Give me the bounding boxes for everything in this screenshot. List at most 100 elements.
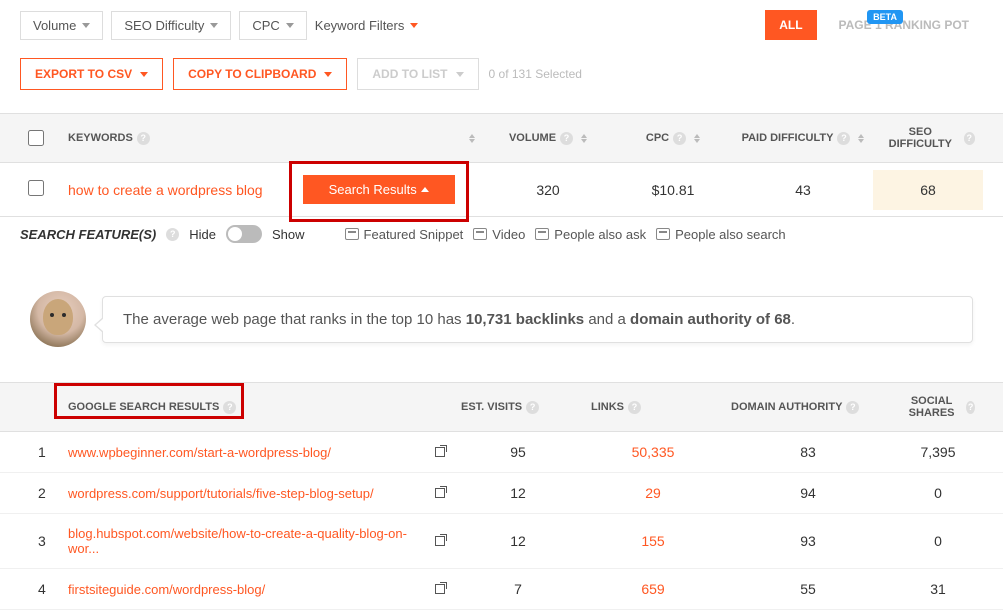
result-url[interactable]: www.wpbeginner.com/start-a-wordpress-blo… (68, 445, 331, 460)
feature-toggle[interactable] (226, 225, 262, 243)
people-search-feature: People also search (656, 227, 786, 242)
domain-auth-value: 93 (723, 521, 893, 561)
domain-auth-value: 94 (723, 473, 893, 513)
seo-difficulty-filter[interactable]: SEO Difficulty (111, 11, 231, 40)
copy-clipboard-button[interactable]: COPY TO CLIPBOARD (173, 58, 347, 90)
chevron-down-icon (410, 23, 418, 28)
volume-filter[interactable]: Volume (20, 11, 103, 40)
social-shares-header: SOCIAL SHARES (901, 395, 962, 419)
links-header: LINKS (591, 401, 624, 413)
beta-badge: BETA (867, 10, 903, 24)
help-icon[interactable]: ? (966, 401, 975, 414)
add-list-button: ADD TO LIST (357, 58, 478, 90)
video-feature: Video (473, 227, 525, 242)
est-visits-value: 12 (453, 473, 583, 513)
chevron-up-icon (421, 187, 429, 192)
sort-pd[interactable] (858, 134, 864, 143)
tab-page1[interactable]: PAGE 1 RANKING POT (825, 10, 983, 40)
tab-all[interactable]: ALL (765, 10, 816, 40)
est-visits-value: 12 (453, 521, 583, 561)
social-shares-value: 31 (893, 569, 983, 609)
ask-icon (535, 228, 549, 240)
help-icon[interactable]: ? (837, 132, 850, 145)
chevron-down-icon (324, 72, 332, 77)
social-shares-value: 0 (893, 473, 983, 513)
help-icon[interactable]: ? (166, 228, 179, 241)
hide-label: Hide (189, 227, 216, 242)
copy-label: COPY TO CLIPBOARD (188, 67, 316, 81)
help-icon[interactable]: ? (673, 132, 686, 145)
insight-bubble: The average web page that ranks in the t… (102, 296, 973, 343)
links-value[interactable]: 50,335 (583, 432, 723, 472)
help-icon[interactable]: ? (628, 401, 641, 414)
add-list-label: ADD TO LIST (372, 67, 447, 81)
volume-header: VOLUME (509, 132, 556, 144)
search-features-title: SEARCH FEATURE(S) (20, 227, 156, 242)
table-row: 2 wordpress.com/support/tutorials/five-s… (0, 473, 1003, 514)
rank-value: 2 (30, 473, 60, 513)
people-ask-feature: People also ask (535, 227, 646, 242)
domain-auth-value: 55 (723, 569, 893, 609)
table-row: 1 www.wpbeginner.com/start-a-wordpress-b… (0, 432, 1003, 473)
sort-volume[interactable] (581, 134, 587, 143)
sort-keywords[interactable] (469, 134, 475, 143)
links-value[interactable]: 29 (583, 473, 723, 513)
featured-snippet-feature: Featured Snippet (345, 227, 464, 242)
snippet-icon (345, 228, 359, 240)
result-url[interactable]: firstsiteguide.com/wordpress-blog/ (68, 582, 265, 597)
social-shares-value: 7,395 (893, 432, 983, 472)
selected-count: 0 of 131 Selected (489, 67, 582, 81)
search-results-button[interactable]: Search Results (303, 175, 455, 204)
paid-diff-header: PAID DIFFICULTY (742, 132, 834, 144)
keyword-filters[interactable]: Keyword Filters (315, 18, 419, 33)
result-url[interactable]: wordpress.com/support/tutorials/five-ste… (68, 486, 374, 501)
help-icon[interactable]: ? (223, 401, 236, 414)
external-link-icon[interactable] (435, 447, 445, 457)
result-url[interactable]: blog.hubspot.com/website/how-to-create-a… (68, 526, 427, 556)
links-value[interactable]: 659 (583, 569, 723, 609)
seo-difficulty-label: SEO Difficulty (124, 18, 204, 33)
rank-value: 3 (30, 521, 60, 561)
cpc-header: CPC (646, 132, 669, 144)
chevron-down-icon (140, 72, 148, 77)
est-visits-value: 95 (453, 432, 583, 472)
seo-diff-header: SEO DIFFICULTY (881, 126, 960, 150)
search-icon (656, 228, 670, 240)
keyword-link[interactable]: how to create a wordpress blog (68, 182, 263, 198)
table-row: 4 firstsiteguide.com/wordpress-blog/ 7 6… (0, 569, 1003, 610)
keywords-header: KEYWORDS (68, 132, 133, 144)
help-icon[interactable]: ? (846, 401, 859, 414)
avatar (30, 291, 86, 347)
help-icon[interactable]: ? (137, 132, 150, 145)
est-visits-value: 7 (453, 569, 583, 609)
links-value[interactable]: 155 (583, 521, 723, 561)
paid-diff-value: 43 (733, 170, 873, 210)
rank-value: 4 (30, 569, 60, 609)
select-all-checkbox[interactable] (28, 130, 44, 146)
est-visits-header: EST. VISITS (461, 401, 522, 413)
social-shares-value: 0 (893, 521, 983, 561)
domain-auth-header: DOMAIN AUTHORITY (731, 401, 842, 413)
external-link-icon[interactable] (435, 488, 445, 498)
video-icon (473, 228, 487, 240)
chevron-down-icon (456, 72, 464, 77)
export-csv-button[interactable]: EXPORT TO CSV (20, 58, 163, 90)
help-icon[interactable]: ? (560, 132, 573, 145)
keyword-filters-label: Keyword Filters (315, 18, 405, 33)
keyword-row: how to create a wordpress blog Search Re… (0, 163, 1003, 217)
export-label: EXPORT TO CSV (35, 67, 132, 81)
chevron-down-icon (82, 23, 90, 28)
results-btn-label: Search Results (329, 182, 417, 197)
volume-filter-label: Volume (33, 18, 76, 33)
external-link-icon[interactable] (435, 584, 445, 594)
sort-cpc[interactable] (694, 134, 700, 143)
domain-auth-value: 83 (723, 432, 893, 472)
cpc-filter[interactable]: CPC (239, 11, 306, 40)
help-icon[interactable]: ? (964, 132, 975, 145)
rank-value: 1 (30, 432, 60, 472)
external-link-icon[interactable] (435, 536, 445, 546)
row-checkbox[interactable] (28, 180, 44, 196)
volume-value: 320 (483, 170, 613, 210)
chevron-down-icon (210, 23, 218, 28)
help-icon[interactable]: ? (526, 401, 539, 414)
